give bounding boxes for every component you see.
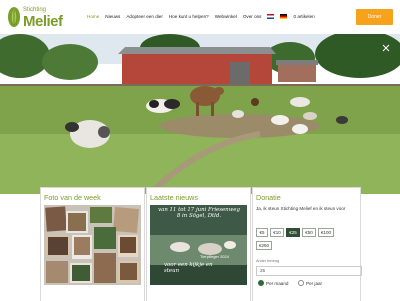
donation-card: Donatie Ja, ik steun Stichting Melief en…: [252, 187, 362, 301]
amount-5-button[interactable]: €5: [256, 228, 268, 237]
amount-100-button[interactable]: €100: [318, 228, 334, 237]
freq-yearly-label: Per jaar: [306, 280, 323, 286]
amount-50-button[interactable]: €50: [302, 228, 316, 237]
photo-of-week-title: Foto van de week: [44, 193, 101, 202]
radio-yearly[interactable]: [298, 280, 304, 286]
other-amount-label: Ander bedrag: [256, 259, 280, 263]
donate-button[interactable]: Doner: [356, 9, 393, 25]
flag-de-icon[interactable]: [280, 14, 288, 19]
radio-monthly[interactable]: [258, 280, 264, 286]
nav-home[interactable]: Home: [87, 14, 99, 22]
news-image-caption-top: van 11 tot 17 juni Friesenweg 8 in Sögel…: [158, 207, 240, 219]
other-amount-input[interactable]: 25: [256, 266, 362, 276]
photo-collage[interactable]: [44, 205, 141, 285]
amount-250-button[interactable]: €250: [256, 241, 272, 250]
freq-yearly-option[interactable]: Per jaar: [298, 280, 322, 286]
site-header: Stichting Melief Home Nieuws Adopteer ee…: [0, 0, 400, 34]
main-nav: Home Nieuws Adopteer een dier Hoe kunt u…: [87, 14, 315, 22]
logo-title: Melief: [23, 13, 63, 30]
nav-webwinkel[interactable]: Webwinkel: [215, 14, 237, 22]
freq-monthly-option[interactable]: Per maand: [258, 280, 288, 286]
donation-title: Donatie: [256, 193, 281, 202]
latest-news-title: Laatste nieuws: [150, 193, 198, 202]
news-image-caption-bottom: voor een kijkje en steun: [164, 262, 213, 274]
freq-monthly-label: Per maand: [266, 280, 289, 286]
photo-of-week-card: Foto van de week: [40, 187, 145, 301]
logo[interactable]: Stichting Melief: [7, 5, 63, 31]
amount-10-button[interactable]: €10: [270, 228, 284, 237]
nav-nieuws[interactable]: Nieuws: [105, 14, 120, 22]
hero-image: [0, 34, 400, 194]
logo-icon: [8, 7, 20, 27]
amount-25-button[interactable]: €25: [286, 228, 300, 237]
news-image-caption-mid: Tierpfleger 2024: [200, 254, 229, 259]
latest-news-card: Laatste nieuws van 11 tot 17 juni Friese…: [146, 187, 251, 301]
flag-nl-icon[interactable]: [267, 14, 275, 19]
donation-intro: Ja, ik steun Stichting Melief en ik steu…: [256, 206, 346, 211]
close-icon[interactable]: [382, 44, 390, 52]
news-image[interactable]: van 11 tot 17 juni Friesenweg 8 in Sögel…: [150, 205, 247, 285]
cart-count[interactable]: 0 artikelen: [293, 14, 314, 22]
nav-over-ons[interactable]: Over ons: [243, 14, 262, 22]
nav-helpen[interactable]: Hoe kunt u helpen?: [169, 14, 209, 22]
nav-adopteer[interactable]: Adopteer een dier: [126, 14, 163, 22]
